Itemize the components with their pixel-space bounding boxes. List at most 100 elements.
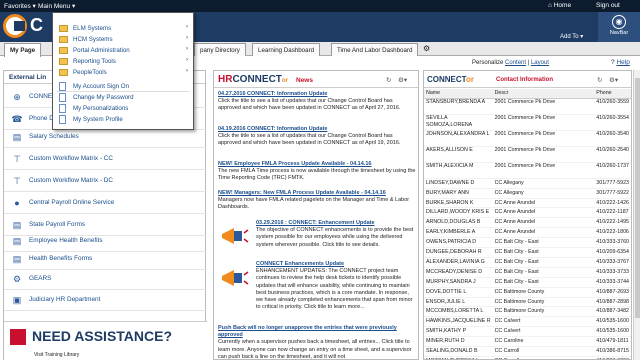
table-row[interactable]: SMITH,ALEXICIA M 2001 Commerce Pk Drive 41… xyxy=(424,162,631,179)
menu-item-hcm-systems[interactable]: HCM Systems › xyxy=(53,34,193,45)
table-row[interactable]: SEVILLA SOMOZA,LORENA 2001 Commerce Pk Dr… xyxy=(424,114,631,131)
news-item-title[interactable]: Push Back will no longer unapprove the e… xyxy=(218,325,416,339)
table-row[interactable]: LINDSEY,DAWNE D CC Allegany 301/777-5923 xyxy=(424,178,631,189)
page-icon xyxy=(59,104,66,113)
home-link[interactable]: ⌂ Home xyxy=(548,2,571,9)
table-row[interactable]: SEALING,DONALD B CC Carroll 410/386-8715 xyxy=(424,346,631,357)
news-item-title[interactable]: NEW! Managers: New FMLA Process Update A… xyxy=(218,190,416,197)
cell-phone: 410/222-1495 xyxy=(594,217,631,229)
news-item-title[interactable]: CONNECT Enhancements Update xyxy=(256,261,416,268)
menu-item-reporting-tools[interactable]: Reporting Tools › xyxy=(53,56,193,67)
table-row[interactable]: OWENS,PATRICIA D CC Balt City - East 410/3… xyxy=(424,237,631,249)
column-header-phone[interactable]: Phone xyxy=(594,89,631,99)
table-row[interactable]: DUNGEE,DEBORAH R CC Balt City - East 410/2… xyxy=(424,247,631,258)
assistance-title: NEED ASSISTANCE? xyxy=(32,328,173,344)
link-health-benefits-forms[interactable]: ▤ Health Benefits Forms xyxy=(4,248,207,270)
hr-icon: ▣ xyxy=(12,295,22,305)
column-header-descr[interactable]: Descr xyxy=(492,89,595,99)
settings-icon[interactable]: ⚙▾ xyxy=(609,76,618,84)
cell-name: SEVILLA SOMOZA,LORENA xyxy=(424,114,493,131)
personalize-content-link[interactable]: Content xyxy=(505,60,526,66)
menu-item-portal-administration[interactable]: Portal Administration › xyxy=(53,45,193,56)
page-icon xyxy=(59,93,66,102)
table-row[interactable]: AKERS,ALLISON E 2001 Commerce Pk Drive 410… xyxy=(424,146,631,163)
link-gears[interactable]: ⚙ GEARS xyxy=(4,268,207,290)
tab-my-page[interactable]: My Page xyxy=(4,43,42,57)
menu-item-label: PeopleTools xyxy=(73,69,107,76)
cell-phone: 301/777-5922 xyxy=(594,188,631,199)
assistance-banner[interactable]: NEED ASSISTANCE? Visit Training Library xyxy=(4,321,207,361)
cell-descr: CC Calvert xyxy=(492,326,595,338)
table-row[interactable]: DOVE,DOTTIE L CC Baltimore County 410/887-… xyxy=(424,287,631,298)
table-row[interactable]: SMITH,KATHY P CC Calvert 410/535-1600 xyxy=(424,326,631,338)
gears-icon: ⚙ xyxy=(12,274,22,284)
cell-name: MCCOMBS,LORETTA L xyxy=(424,306,493,318)
chevron-right-icon: › xyxy=(186,57,188,63)
table-row[interactable]: STANSBURY,BRENDA A 2001 Commerce Pk Drive… xyxy=(424,98,631,115)
news-item-title[interactable]: NEW! Employee FMLA Process Update Availa… xyxy=(218,161,416,168)
page-scrollbar[interactable] xyxy=(633,70,640,360)
gear-icon[interactable]: ⚙ xyxy=(423,44,430,53)
table-row[interactable]: DILLARD,WOODY KRIS E CC Anne Arundel 410/2… xyxy=(424,207,631,219)
link-label: Central Payroll Online Service xyxy=(29,199,115,206)
news-item-title[interactable]: 04.27.2016 CONNECT: Information Update xyxy=(218,91,416,98)
news-pagelet: HRCONNECTor News ↻ ⚙▾ 04.27.2016 CONNECT… xyxy=(213,70,419,360)
cell-phone: 410/260-3559 xyxy=(594,98,631,115)
column-header-name[interactable]: Name xyxy=(424,89,493,99)
contact-table-body: STANSBURY,BRENDA A 2001 Commerce Pk Drive… xyxy=(424,98,631,359)
main-menu-dropdown: ELM Systems › HCM Systems › Portal Administr… xyxy=(52,12,194,130)
favorites-menu[interactable]: Favorites ▾ xyxy=(4,2,36,10)
table-row[interactable]: BURY,MARY ANN CC Allegany 301/777-5922 xyxy=(424,188,631,199)
help-link[interactable]: ? Help xyxy=(611,59,630,66)
refresh-icon[interactable]: ↻ xyxy=(597,76,602,84)
link-central-payroll[interactable]: ● Central Payroll Online Service xyxy=(4,192,207,214)
brand-hr: HR xyxy=(218,74,233,85)
cell-name: DILLARD,WOODY KRIS E xyxy=(424,207,493,219)
table-row[interactable]: MCCOMBS,LORETTA L CC Baltimore County 410/… xyxy=(424,306,631,318)
help-icon: ? xyxy=(611,59,615,66)
menu-item-my-personalizations[interactable]: My Personalizations xyxy=(53,103,193,114)
refresh-icon[interactable]: ↻ xyxy=(386,76,391,84)
personalize-layout-link[interactable]: Layout xyxy=(531,60,549,66)
news-item-body: The new FMLA Time process is now availab… xyxy=(218,168,416,182)
scrollbar-thumb[interactable] xyxy=(635,78,640,318)
settings-icon[interactable]: ⚙▾ xyxy=(398,76,407,84)
menu-item-label: Change My Password xyxy=(73,94,134,101)
table-row[interactable]: ENSOR,JULIE L CC Baltimore County 410/887-… xyxy=(424,297,631,308)
table-row[interactable]: EARLY,KIMBERLE A CC Anne Arundel 410/222-1… xyxy=(424,227,631,239)
link-judiciary-hr[interactable]: ▣ Judiciary HR Department xyxy=(4,289,207,311)
menu-item-change-my-password[interactable]: Change My Password xyxy=(53,92,193,103)
main-menu[interactable]: Main Menu ▾ xyxy=(38,2,75,10)
table-row[interactable]: MURPHY,SANDRA J CC Balt City - East 410/33… xyxy=(424,277,631,288)
menu-item-label: ELM Systems xyxy=(73,25,112,32)
link-workflow-matrix-dc[interactable]: ⊤ Custom Workflow Matrix - DC xyxy=(4,170,207,192)
table-row[interactable]: MINER,RUTH D CC Caroline 410/479-1811 xyxy=(424,336,631,348)
separator: | xyxy=(527,60,530,66)
cell-descr: 2001 Commerce Pk Drive xyxy=(492,114,595,131)
news-item-title[interactable]: 04.19.2016 CONNECT: Information Update xyxy=(218,126,416,133)
tab-company-directory[interactable]: pany Directory xyxy=(194,43,246,56)
news-item-title[interactable]: 03.29.2016 : CONNECT: Enhancement Update xyxy=(256,220,416,227)
menu-item-label: My Personalizations xyxy=(73,105,129,112)
table-row[interactable]: HAWKINS,JACQUELINE R CC Calvert 410/535-16… xyxy=(424,316,631,328)
megaphone-icon xyxy=(222,270,249,286)
table-row[interactable]: MCCREADY,DENISE D CC Balt City - East 410/… xyxy=(424,267,631,278)
tab-learning-dashboard[interactable]: Learning Dashboard xyxy=(252,43,321,56)
sign-out-link[interactable]: Sign out xyxy=(596,2,620,9)
add-to-menu[interactable]: Add To ▾ xyxy=(560,33,583,40)
table-row[interactable]: JOHNSON,ALEXANDRA L 2001 Commerce Pk Driv… xyxy=(424,130,631,147)
cell-name: AKERS,ALLISON E xyxy=(424,146,493,163)
table-row[interactable]: MOZZAN,THERESA LCC Carroll410/386-8793 xyxy=(424,356,631,359)
link-workflow-matrix-cc[interactable]: ⊤ Custom Workflow Matrix - CC xyxy=(4,148,207,170)
navbar-button[interactable]: ◉ NavBar xyxy=(598,12,640,42)
menu-item-peopletools[interactable]: PeopleTools › xyxy=(53,67,193,78)
cell-descr: CC Anne Arundel xyxy=(492,227,595,239)
table-row[interactable]: ARNOLD,DOUGLAS B CC Anne Arundel 410/222-1… xyxy=(424,217,631,229)
menu-item-elm-systems[interactable]: ELM Systems › xyxy=(53,23,193,34)
tab-time-and-labor-dashboard[interactable]: Time And Labor Dashboard xyxy=(331,43,419,56)
table-row[interactable]: BURKE,SHARON K CC Anne Arundel 410/222-142… xyxy=(424,198,631,209)
menu-item-my-system-profile[interactable]: My System Profile xyxy=(53,114,193,125)
table-row[interactable]: ALEXANDER,LAVINIA G CC Balt City - East 41… xyxy=(424,257,631,268)
cell-phone: 410/535-1600 xyxy=(594,316,631,328)
news-item-body: The objective of CONNECT enhancements is… xyxy=(256,227,414,248)
